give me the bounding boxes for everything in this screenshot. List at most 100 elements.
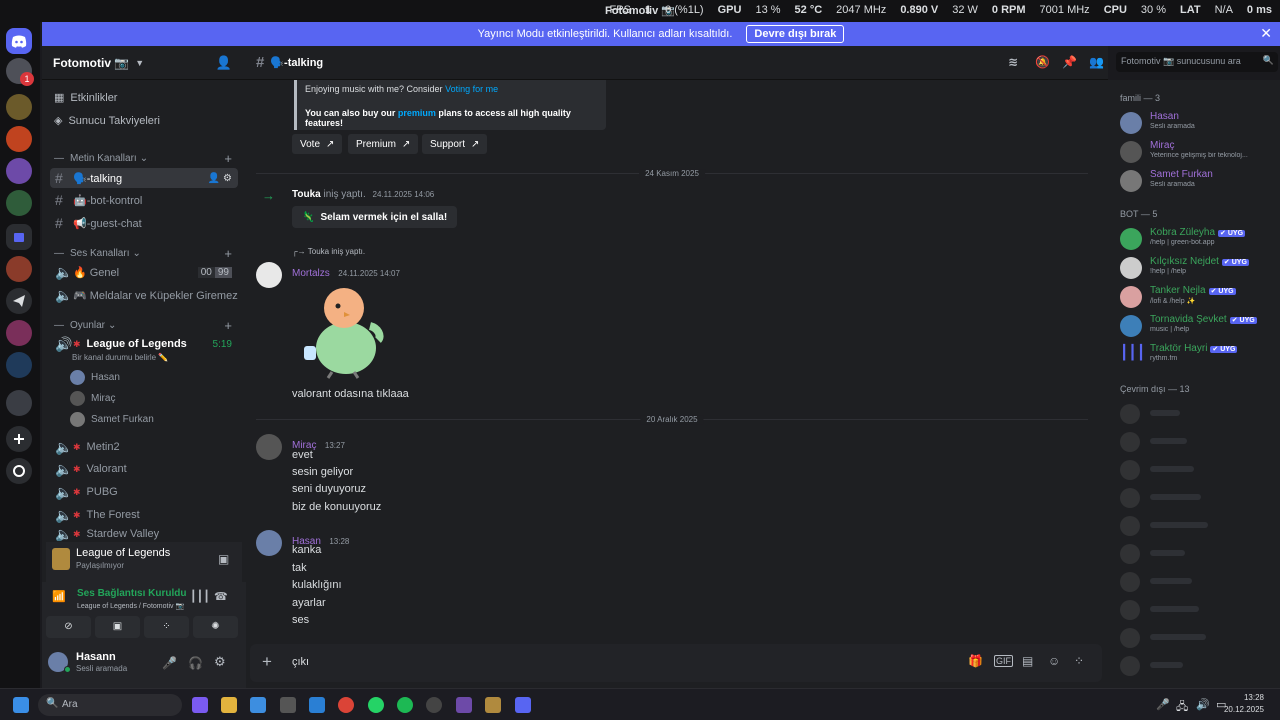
nav-boosts[interactable]: ◈ Sunucu Takviyeleri [54, 114, 160, 128]
activities-icon[interactable]: ⁘ [144, 616, 189, 638]
threads-icon[interactable]: ≋ [1008, 55, 1018, 69]
support-button[interactable]: Support ↗ [422, 134, 488, 154]
invite-user-icon[interactable]: 👤 [216, 55, 232, 71]
channel-bot-kontrol[interactable]: # 🤖-bot-kontrol [50, 190, 238, 210]
bot-item[interactable]: Tornavida Şevket ✔ UYG music | /help [1120, 313, 1276, 341]
league-client-icon[interactable] [485, 697, 501, 713]
headphones-icon[interactable]: 🎧 [188, 656, 203, 670]
steam-icon[interactable] [426, 697, 442, 713]
member-item[interactable]: Miraç Yeterince gelişmiş bir teknoloj... [1120, 139, 1276, 167]
offline-member-item[interactable] [1120, 402, 1270, 426]
wave-button[interactable]: 🦎 Selam vermek için el salla! [292, 206, 458, 228]
camera-off-icon[interactable]: ⊘ [46, 616, 91, 638]
settings-gear-icon[interactable]: ⚙ [214, 654, 226, 670]
volume-icon[interactable]: 🔊 [1196, 698, 1210, 711]
server-icon-9[interactable] [6, 352, 32, 378]
windows-start-icon[interactable] [13, 697, 29, 713]
premium-link[interactable]: premium [398, 108, 436, 118]
server-icon-2[interactable] [6, 94, 32, 120]
soundboard-icon[interactable]: ✺ [193, 616, 238, 638]
share-screen-icon[interactable]: ▣ [218, 552, 229, 566]
bot-item[interactable]: ┃┃┃ Traktör Hayri ✔ UYG rythm.fm [1120, 342, 1276, 370]
server-icon-8[interactable] [6, 320, 32, 346]
network-icon[interactable]: 🖧 [1176, 698, 1188, 717]
bot-item[interactable]: Tanker Nejla ✔ UYG /lofi & /help ✨ [1120, 284, 1276, 312]
pin-icon[interactable]: 📌 [1062, 55, 1077, 69]
voice-channel-league[interactable]: 🔊 ✱ League of Legends 5:19 [50, 334, 238, 354]
voice-channel-genel[interactable]: 🔈 🔥 Genel 00 99 [50, 262, 238, 282]
close-icon[interactable]: ✕ [1260, 25, 1272, 42]
category-text-channels[interactable]: — Metin Kanalları ⌄ + [54, 151, 236, 166]
add-channel-icon[interactable]: + [224, 246, 232, 261]
add-server-icon[interactable] [6, 426, 32, 452]
message-input[interactable]: çıkı [292, 656, 309, 668]
bot-item[interactable]: Kılçıksız Nejdet ✔ UYG !help | /help [1120, 255, 1276, 283]
offline-member-item[interactable] [1120, 514, 1270, 538]
premium-button[interactable]: Premium ↗ [348, 134, 419, 154]
nav-events[interactable]: ▦ Etkinlikler [54, 91, 117, 105]
voice-channel-stardew[interactable]: 🔈 ✱ Stardew Valley [50, 527, 238, 541]
app-icon[interactable] [456, 697, 472, 713]
offline-member-item[interactable] [1120, 430, 1270, 454]
gift-icon[interactable]: 🎁 [968, 654, 983, 668]
server-search-input[interactable]: Fotomotiv 📷 sunucusunu ara 🔍 [1116, 52, 1278, 72]
whatsapp-icon[interactable] [368, 697, 384, 713]
offline-member-item[interactable] [1120, 542, 1270, 566]
category-games[interactable]: — Oyunlar ⌄ + [54, 318, 236, 333]
voice-member[interactable]: Samet Furkan [70, 412, 154, 427]
file-explorer-icon[interactable] [221, 697, 237, 713]
discord-icon[interactable] [515, 697, 531, 713]
offline-member-item[interactable] [1120, 654, 1270, 678]
app-icon[interactable] [280, 697, 296, 713]
add-channel-icon[interactable]: + [224, 151, 232, 166]
clock-time[interactable]: 13:28 [1224, 693, 1264, 702]
chrome-icon[interactable] [338, 697, 354, 713]
microphone-icon[interactable]: 🎤 [162, 656, 177, 670]
bot-item[interactable]: Kobra Züleyha ✔ UYG /help | green-bot.app [1120, 226, 1276, 254]
disconnect-icon[interactable]: ☎ [214, 590, 228, 603]
store-icon[interactable] [250, 697, 266, 713]
server-icon-6[interactable] [6, 256, 32, 282]
offline-member-item[interactable] [1120, 570, 1270, 594]
attach-plus-icon[interactable]: + [262, 652, 272, 672]
copilot-icon[interactable] [192, 697, 208, 713]
join-user[interactable]: Touka [292, 189, 321, 200]
server-icon-4[interactable] [6, 158, 32, 184]
offline-member-item[interactable] [1120, 458, 1270, 482]
taskbar-search[interactable]: 🔍 Ara [38, 694, 182, 716]
avatar[interactable] [256, 262, 282, 288]
channel-guest-chat[interactable]: # 📢-guest-chat [50, 213, 238, 233]
screen-share-icon[interactable]: ▣ [95, 616, 140, 638]
offline-member-item[interactable] [1120, 598, 1270, 622]
clock-date[interactable]: 20.12.2025 [1214, 705, 1264, 714]
mute-bell-icon[interactable]: 🔕 [1035, 55, 1050, 69]
disable-streamer-mode-button[interactable]: Devre dışı bırak [746, 25, 845, 43]
avatar[interactable] [256, 434, 282, 460]
apps-icon[interactable]: ⁘ [1074, 654, 1084, 668]
settings-gear-icon[interactable]: 👤 ⚙ [208, 173, 232, 184]
voice-member[interactable]: Hasan [70, 370, 120, 385]
gif-icon[interactable]: GIF [994, 655, 1013, 667]
voice-member[interactable]: Miraç [70, 391, 115, 406]
channel-status-prompt[interactable]: Bir kanal durumu belirle ✏️ [72, 353, 168, 362]
server-icon-7[interactable] [6, 288, 32, 314]
vote-link[interactable]: Voting for me [445, 84, 498, 94]
reply-reference[interactable]: ┌→ Touka iniş yaptı. [292, 247, 365, 256]
server-icon-3[interactable] [6, 126, 32, 152]
folder-icon[interactable] [6, 224, 32, 250]
mic-tray-icon[interactable]: 🎤 [1156, 698, 1170, 711]
voice-channel-pubg[interactable]: 🔈 ✱ PUBG [50, 482, 238, 502]
noise-suppression-icon[interactable]: ┃┃┃ [190, 590, 210, 603]
add-channel-icon[interactable]: + [224, 318, 232, 333]
vote-button[interactable]: Vote ↗ [292, 134, 343, 154]
member-list-icon[interactable]: 👥 [1089, 55, 1104, 69]
voice-channel-meldalar[interactable]: 🔈 🎮 Meldalar ve Küpekler Giremez [50, 285, 238, 305]
member-item[interactable]: Hasan Sesli aramada [1120, 110, 1276, 138]
voice-channel-metin2[interactable]: 🔈 ✱ Metin2 [50, 437, 238, 457]
channel-talking[interactable]: # 🗣️-talking 👤 ⚙ [50, 168, 238, 188]
outlook-icon[interactable] [309, 697, 325, 713]
discord-home-icon[interactable] [6, 28, 32, 54]
emoji-icon[interactable]: ☺ [1048, 654, 1060, 668]
server-icon-10[interactable] [6, 390, 32, 416]
guild-header[interactable]: Fotomotiv 📷 ▼ 👤 [42, 46, 246, 80]
